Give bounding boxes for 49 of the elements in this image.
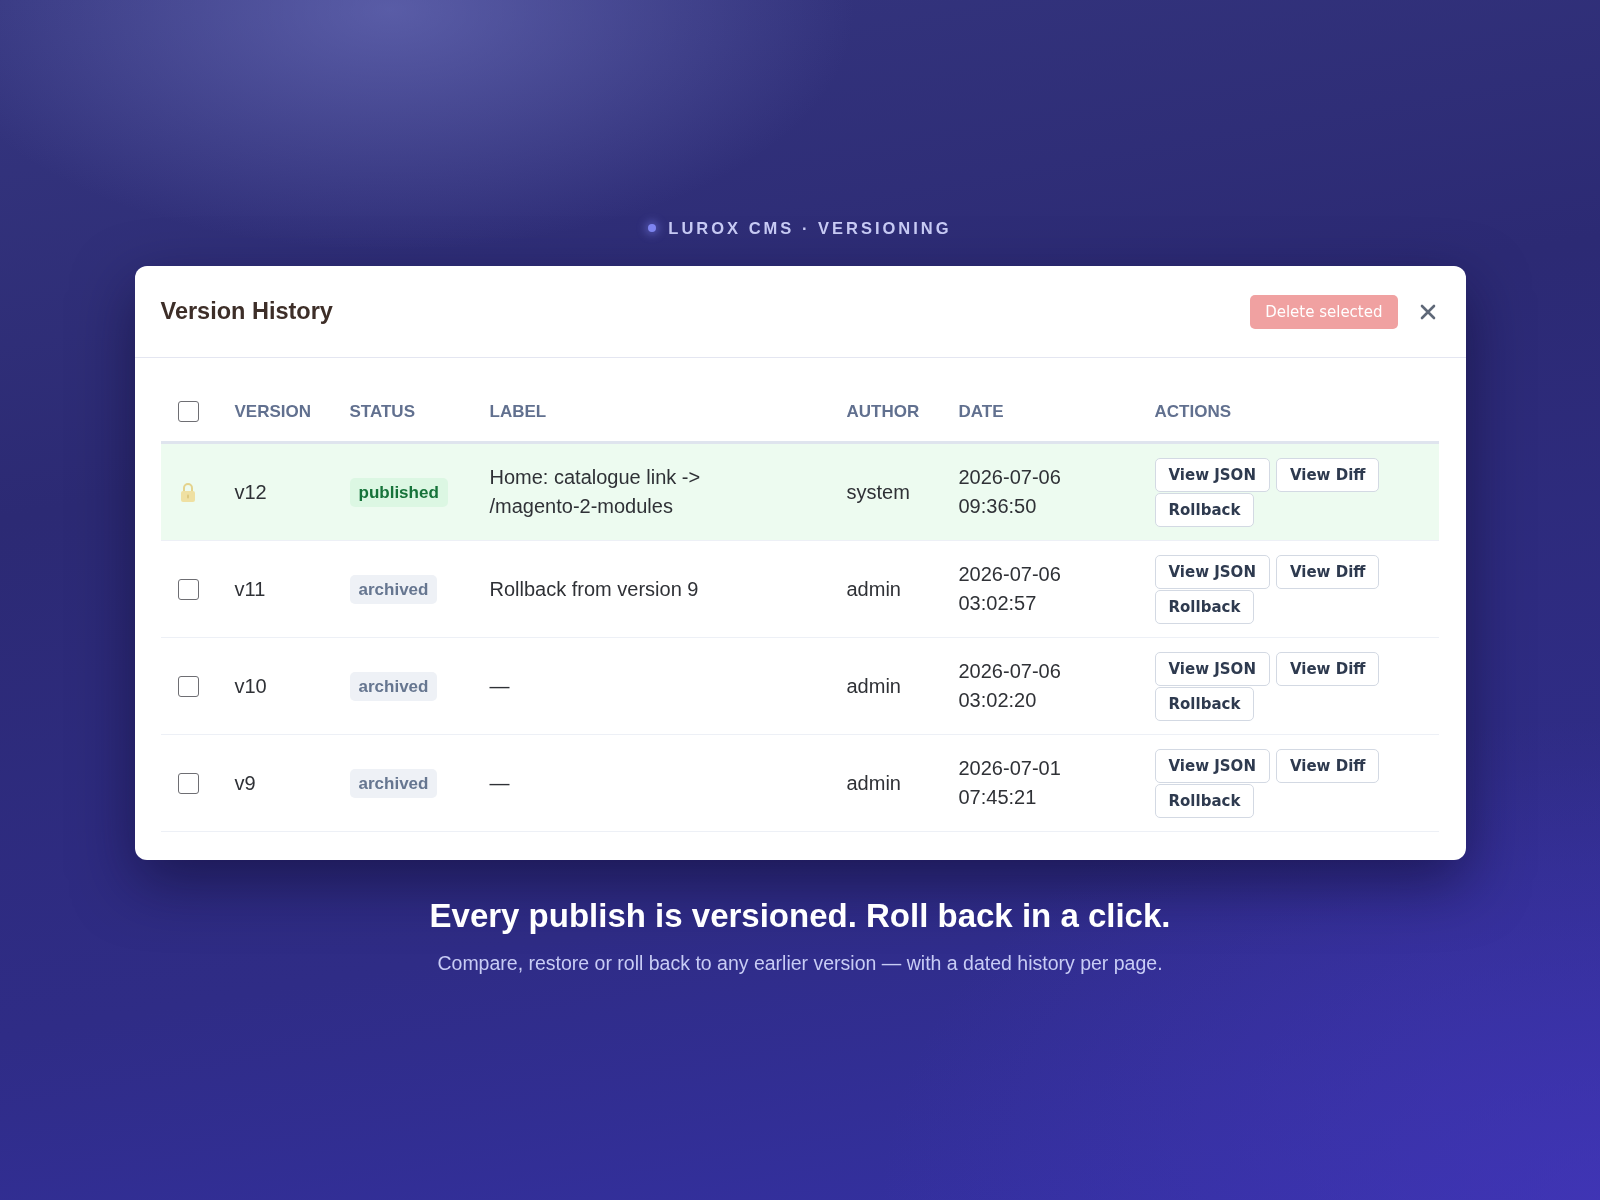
column-header: AUTHOR [846,401,920,422]
dialog-title: Version History [160,298,333,325]
action-button[interactable]: View Diff [1275,651,1380,686]
close-icon [1419,303,1436,320]
date-cell-text: 2026-07-01 07:45:21 [958,756,1062,810]
label-cell-text: Rollback from version 9 [489,576,699,602]
action-button[interactable]: View JSON [1154,554,1270,589]
column-header: LABEL [489,401,547,422]
column-header: DATE [958,401,1004,422]
status-badge: archived [349,768,438,798]
row-checkbox[interactable] [177,772,199,794]
date-cell-text: 2026-07-06 03:02:20 [958,659,1062,713]
column-header: ACTIONS [1154,401,1231,422]
status-badge: published [349,477,448,507]
label-cell-text: — [489,770,510,796]
action-button[interactable]: View Diff [1275,457,1380,492]
action-button[interactable]: View Diff [1275,554,1380,589]
author-cell-text: admin [846,770,901,796]
version-cell-text: v11 [234,576,266,602]
subline: Compare, restore or roll back to any earlier version — with a dated history per page. [437,951,1163,975]
version-cell-text: v10 [234,673,267,699]
brand-label: LUROX CMS · VERSIONING [668,218,952,238]
close-button[interactable] [1419,303,1436,320]
date-cell-text: 2026-07-06 03:02:57 [958,562,1062,616]
headline: Every publish is versioned. Roll back in a click. [429,896,1171,936]
column-header: VERSION [234,401,312,422]
row-checkbox[interactable] [177,578,199,600]
action-button[interactable]: View JSON [1154,457,1270,492]
action-button[interactable]: View Diff [1275,748,1380,783]
action-button[interactable]: View JSON [1154,651,1270,686]
label-cell-text: — [489,673,510,699]
status-badge: archived [349,574,438,604]
author-cell-text: system [846,479,910,505]
action-button[interactable]: View JSON [1154,748,1270,783]
author-cell-text: admin [846,673,901,699]
status-badge: archived [349,671,438,701]
select-all-checkbox[interactable] [177,401,199,422]
row-checkbox[interactable] [177,675,199,697]
action-button[interactable]: Rollback [1154,589,1255,624]
column-header: STATUS [349,401,415,422]
action-button[interactable]: Rollback [1154,783,1255,818]
action-button[interactable]: Rollback [1154,686,1255,721]
author-cell-text: admin [846,576,901,602]
date-cell-text: 2026-07-06 09:36:50 [958,465,1062,519]
action-button[interactable]: Rollback [1154,492,1255,527]
label-cell-text: Home: catalogue link -> /magento-2-modules [489,465,702,519]
version-cell-text: v12 [234,479,267,505]
dot-icon [648,224,657,232]
version-cell-text: v9 [234,770,256,796]
